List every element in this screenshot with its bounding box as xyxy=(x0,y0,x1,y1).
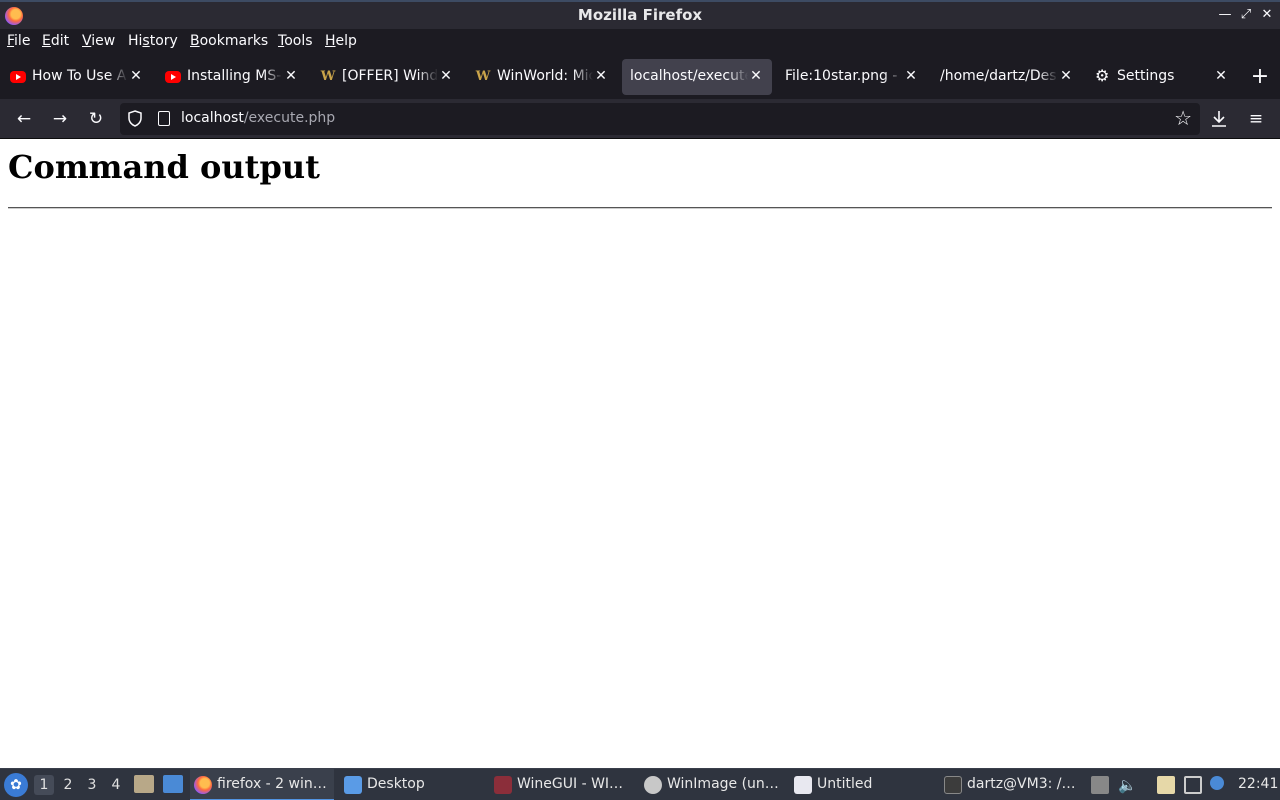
url-text[interactable]: localhost/execute.php xyxy=(181,110,335,126)
workspace-2[interactable]: 2 xyxy=(58,775,78,795)
menu-file[interactable]: File xyxy=(7,33,30,49)
workspace-3[interactable]: 3 xyxy=(82,775,102,795)
show-desktop-icon[interactable] xyxy=(163,775,183,793)
close-tab-icon[interactable]: ✕ xyxy=(1213,67,1229,85)
winworld-icon: W xyxy=(320,69,336,84)
maximize-icon[interactable]: ⤢ xyxy=(1237,5,1255,25)
eject-icon[interactable] xyxy=(1091,776,1109,794)
close-tab-icon[interactable]: ✕ xyxy=(593,67,609,85)
task-winegui[interactable]: WineGUI - WI… xyxy=(490,769,635,800)
folder-icon xyxy=(344,776,362,794)
url-bar[interactable]: localhost/execute.php ☆ xyxy=(120,103,1200,135)
task-label: WineGUI - WI… xyxy=(517,776,624,792)
close-tab-icon[interactable]: ✕ xyxy=(283,67,299,85)
tab-how-to-use[interactable]: How To Use A I ✕ xyxy=(2,59,152,95)
tab-strip: How To Use A I ✕ Installing MS-D ✕ W [OF… xyxy=(0,55,1280,99)
task-firefox[interactable]: firefox - 2 win… xyxy=(190,769,334,800)
download-icon xyxy=(1212,111,1226,127)
minimize-icon[interactable]: — xyxy=(1216,5,1234,25)
task-terminal[interactable]: dartz@VM3: /… xyxy=(940,769,1085,800)
tab-winworld[interactable]: W WinWorld: Micr ✕ xyxy=(467,59,617,95)
task-winimage[interactable]: WinImage (un… xyxy=(640,769,785,800)
task-untitled[interactable]: Untitled xyxy=(790,769,930,800)
close-tab-icon[interactable]: ✕ xyxy=(903,67,919,85)
volume-icon[interactable]: 🔈 xyxy=(1118,776,1137,794)
winworld-icon: W xyxy=(475,69,491,84)
reload-button[interactable]: ↻ xyxy=(83,106,109,132)
task-label: WinImage (un… xyxy=(667,776,779,792)
gear-icon: ⚙ xyxy=(1095,66,1110,85)
task-label: Untitled xyxy=(817,776,873,792)
page-content: Command output xyxy=(0,140,1280,768)
new-tab-button[interactable]: + xyxy=(1248,63,1272,91)
close-tab-icon[interactable]: ✕ xyxy=(748,67,764,85)
close-tab-icon[interactable]: ✕ xyxy=(1058,67,1074,85)
navigation-toolbar: ← → ↻ localhost/execute.php ☆ ≡ xyxy=(0,99,1280,139)
close-window-icon[interactable]: ✕ xyxy=(1258,5,1276,25)
start-menu-icon[interactable]: ✿ xyxy=(4,773,28,797)
tab-settings[interactable]: ⚙ Settings ✕ xyxy=(1087,59,1237,95)
tab-file-10star[interactable]: File:10star.png - C ✕ xyxy=(777,59,927,95)
page-heading: Command output xyxy=(8,148,320,186)
window-title: Mozilla Firefox xyxy=(577,6,703,24)
task-label: Desktop xyxy=(367,776,425,792)
horizontal-rule xyxy=(8,207,1272,209)
menu-tools[interactable]: Tools xyxy=(278,33,313,49)
back-button[interactable]: ← xyxy=(11,106,37,132)
menu-bookmarks[interactable]: Bookmarks xyxy=(190,33,268,49)
winimage-icon xyxy=(644,776,662,794)
tab-home-dartz-desktop[interactable]: /home/dartz/Desk ✕ xyxy=(932,59,1082,95)
workspace-4[interactable]: 4 xyxy=(106,775,126,795)
text-editor-icon xyxy=(794,776,812,794)
task-desktop[interactable]: Desktop xyxy=(340,769,480,800)
menu-view[interactable]: View xyxy=(82,33,115,49)
update-notifier-icon[interactable] xyxy=(1210,776,1224,790)
task-label: dartz@VM3: /… xyxy=(967,776,1076,792)
clock[interactable]: 22:41 xyxy=(1238,776,1278,792)
tab-localhost-execute[interactable]: localhost/execute ✕ xyxy=(622,59,772,95)
file-manager-launcher-icon[interactable] xyxy=(134,775,154,793)
window-titlebar: Mozilla Firefox — ⤢ ✕ xyxy=(0,0,1280,29)
bookmark-star-icon[interactable]: ☆ xyxy=(1174,106,1192,130)
menu-bar: File Edit View History Bookmarks Tools H… xyxy=(0,29,1280,55)
tab-label: Settings xyxy=(1117,68,1175,84)
youtube-icon xyxy=(165,71,181,83)
terminal-icon xyxy=(944,776,962,794)
close-tab-icon[interactable]: ✕ xyxy=(128,67,144,85)
workspace-1[interactable]: 1 xyxy=(34,775,54,795)
tab-offer-windows[interactable]: W [OFFER] Windo ✕ xyxy=(312,59,462,95)
shield-icon[interactable] xyxy=(128,110,142,127)
notes-icon[interactable] xyxy=(1157,776,1175,794)
youtube-icon xyxy=(10,71,26,83)
tab-installing-ms-dos[interactable]: Installing MS-D ✕ xyxy=(157,59,307,95)
app-menu-button[interactable]: ≡ xyxy=(1243,106,1269,132)
network-icon[interactable] xyxy=(1184,776,1202,794)
menu-edit[interactable]: Edit xyxy=(42,33,69,49)
taskbar: ✿ 1 2 3 4 firefox - 2 win… Desktop WineG… xyxy=(0,768,1280,800)
forward-button[interactable]: → xyxy=(47,106,73,132)
downloads-button[interactable] xyxy=(1206,106,1232,132)
page-icon[interactable] xyxy=(158,111,170,126)
menu-history[interactable]: History xyxy=(128,33,178,49)
task-label: firefox - 2 win… xyxy=(217,776,327,792)
menu-help[interactable]: Help xyxy=(325,33,357,49)
firefox-icon xyxy=(194,776,212,794)
close-tab-icon[interactable]: ✕ xyxy=(438,67,454,85)
wine-icon xyxy=(494,776,512,794)
